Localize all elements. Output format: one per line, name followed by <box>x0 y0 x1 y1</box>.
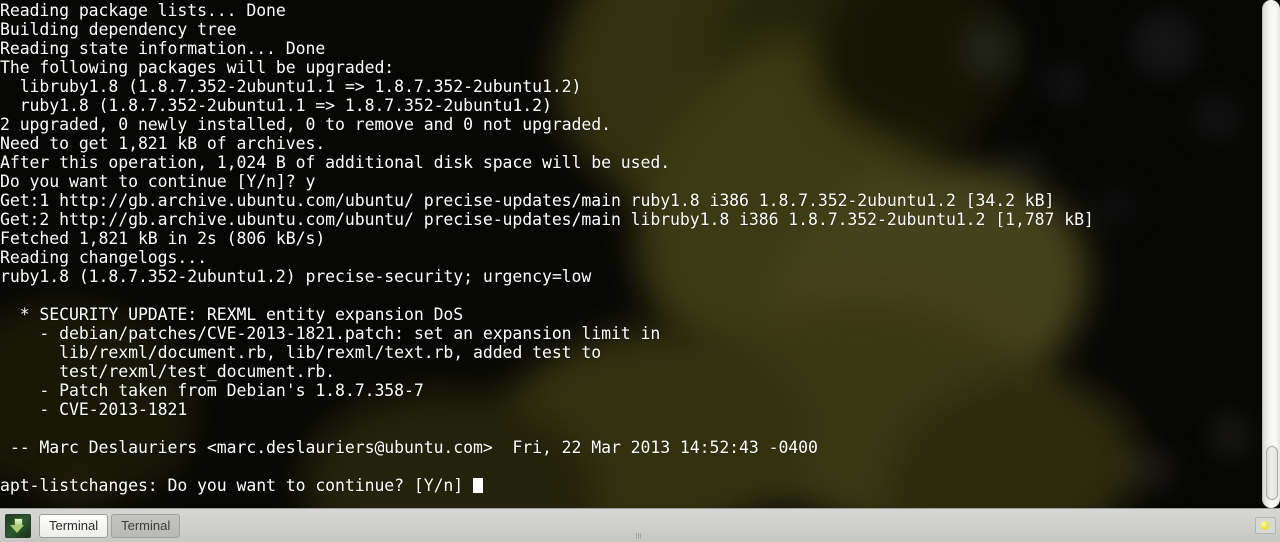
terminal-window[interactable]: Reading package lists... Done Building de… <box>0 0 1262 508</box>
terminal-line: ruby1.8 (1.8.7.352-2ubuntu1.1 => 1.8.7.3… <box>0 96 552 115</box>
terminal-line: - CVE-2013-1821 <box>0 400 188 419</box>
scrollbar-thumb[interactable] <box>1266 446 1278 500</box>
terminal-line: libruby1.8 (1.8.7.352-2ubuntu1.1 => 1.8.… <box>0 77 582 96</box>
desktop-screen: Reading package lists... Done Building de… <box>0 0 1280 542</box>
terminal-line: - Patch taken from Debian's 1.8.7.358-7 <box>0 381 424 400</box>
terminal-line: Get:1 http://gb.archive.ubuntu.com/ubunt… <box>0 191 1055 210</box>
terminal-line: After this operation, 1,024 B of additio… <box>0 153 671 172</box>
terminal-cursor <box>473 478 483 493</box>
terminal-line: Need to get 1,821 kB of archives. <box>0 134 326 153</box>
taskbar-window-terminal-2[interactable]: Terminal <box>111 513 181 538</box>
taskbar-window-label: Terminal <box>121 518 171 533</box>
terminal-line: -- Marc Deslauriers <marc.deslauriers@ub… <box>0 438 818 457</box>
terminal-line: test/rexml/test_document.rb. <box>0 362 336 381</box>
download-arrow-head <box>10 524 24 533</box>
vertical-scrollbar[interactable] <box>1262 0 1280 508</box>
terminal-line: Fetched 1,821 kB in 2s (806 kB/s) <box>0 229 326 248</box>
terminal-line: Do you want to continue [Y/n]? y <box>0 172 316 191</box>
terminal-line: ruby1.8 (1.8.7.352-2ubuntu1.2) precise-s… <box>0 267 592 286</box>
terminal-line: lib/rexml/document.rb, lib/rexml/text.rb… <box>0 343 602 362</box>
taskbar-window-terminal-1[interactable]: Terminal <box>39 513 109 538</box>
terminal-line: - debian/patches/CVE-2013-1821.patch: se… <box>0 324 661 343</box>
terminal-line: Reading state information... Done <box>0 39 326 58</box>
taskbar-window-label: Terminal <box>49 518 99 533</box>
terminal-line: * SECURITY UPDATE: REXML entity expansio… <box>0 305 464 324</box>
terminal-output: Reading package lists... Done Building de… <box>0 1 1094 495</box>
terminal-line: Reading package lists... Done <box>0 1 286 20</box>
terminal-line: 2 upgraded, 0 newly installed, 0 to remo… <box>0 115 611 134</box>
tray-alert-dot <box>1260 521 1269 530</box>
terminal-line: Reading changelogs... <box>0 248 207 267</box>
terminal-line: Get:2 http://gb.archive.ubuntu.com/ubunt… <box>0 210 1094 229</box>
system-tray-notification-icon[interactable] <box>1254 514 1276 536</box>
terminal-line: Building dependency tree <box>0 20 237 39</box>
taskbar-grip-handle[interactable] <box>636 533 646 539</box>
terminal-line: The following packages will be upgraded: <box>0 58 395 77</box>
taskbar: Terminal Terminal <box>0 508 1280 542</box>
terminal-line: apt-listchanges: Do you want to continue… <box>0 476 1094 495</box>
update-manager-icon[interactable] <box>5 513 31 538</box>
